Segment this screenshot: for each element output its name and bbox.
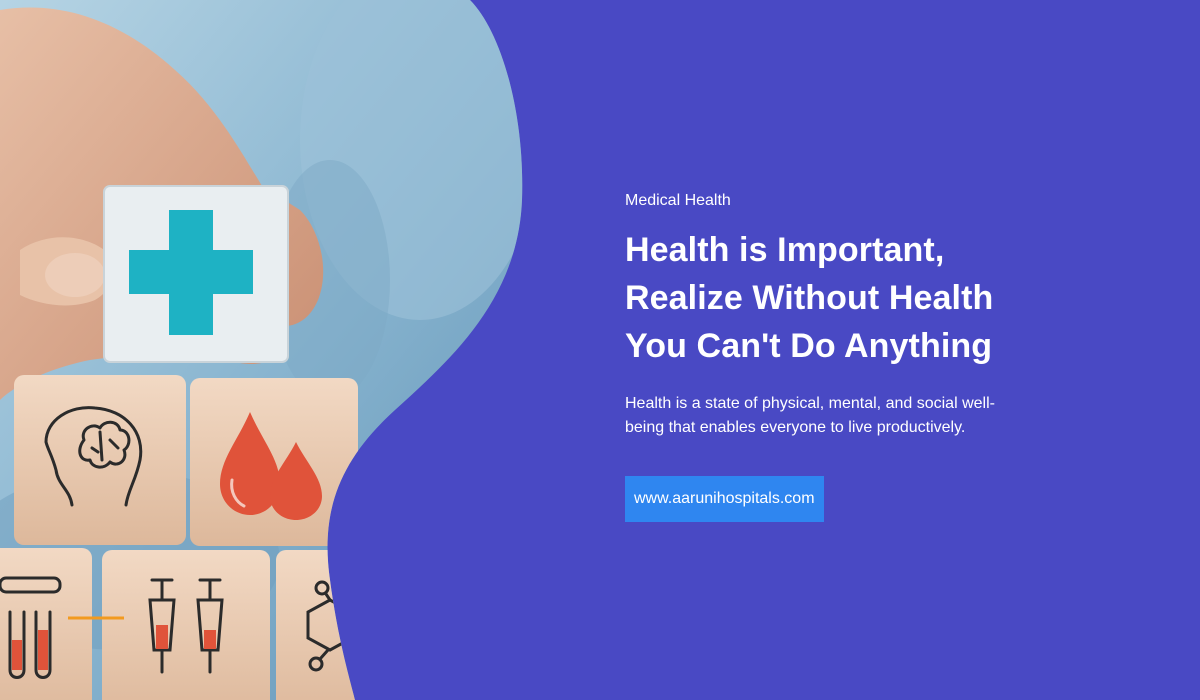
brain-block (14, 375, 186, 545)
hero-text: Medical Health Health is Important, Real… (625, 190, 1045, 522)
molecule-block (276, 550, 396, 700)
headline-line: Health is Important, (625, 231, 945, 269)
kicker-label: Medical Health (625, 192, 731, 209)
headline-line: Realize Without Health (625, 279, 994, 317)
syringe-block (102, 550, 270, 700)
test-tube-block (0, 548, 92, 700)
cross-block (103, 185, 289, 363)
blood-block (190, 378, 358, 546)
headline-line: You Can't Do Anything (625, 327, 993, 365)
description-line: being that enables everyone to live prod… (625, 419, 966, 436)
description: Health is a state of physical, mental, a… (625, 392, 1045, 440)
website-button[interactable]: www.aarunihospitals.com (625, 476, 824, 522)
headline: Health is Important, Realize Without Hea… (625, 226, 1045, 370)
description-line: Health is a state of physical, mental, a… (625, 395, 995, 412)
